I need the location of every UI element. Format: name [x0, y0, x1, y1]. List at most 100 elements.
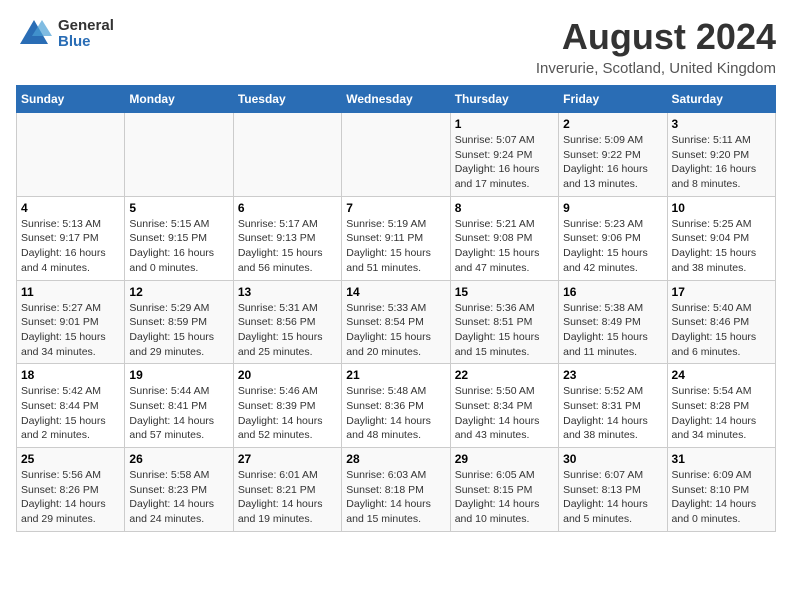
week-row-2: 4 Sunrise: 5:13 AM Sunset: 9:17 PM Daylig…: [17, 196, 776, 280]
cell-w1-d2: [125, 113, 233, 197]
day-info-24: Sunrise: 5:54 AM Sunset: 8:28 PM Dayligh…: [672, 384, 771, 443]
cell-w5-d4: 28Sunrise: 6:03 AM Sunset: 8:18 PM Dayli…: [342, 448, 450, 532]
week-row-5: 25 Sunrise: 5:56 AM Sunset: 8:26 PM Dayli…: [17, 448, 776, 532]
logo-general-text: General: [58, 18, 114, 35]
calendar-header: SundayMondayTuesdayWednesdayThursdayFrid…: [17, 86, 776, 113]
day-info-18: Sunrise: 5:42 AM Sunset: 8:44 PM Dayligh…: [21, 384, 120, 443]
day-info-16: Sunrise: 5:38 AM Sunset: 8:49 PM Dayligh…: [563, 301, 662, 360]
day-info-27: Sunrise: 6:01 AM Sunset: 8:21 PM Dayligh…: [238, 468, 337, 527]
header-wednesday: Wednesday: [342, 86, 450, 113]
day-number-22: 22: [455, 368, 554, 382]
week-row-4: 18 Sunrise: 5:42 AM Sunset: 8:44 PM Dayli…: [17, 364, 776, 448]
cell-w3-d2: 12Sunrise: 5:29 AM Sunset: 8:59 PM Dayli…: [125, 280, 233, 364]
calendar-table: SundayMondayTuesdayWednesdayThursdayFrid…: [16, 85, 776, 532]
day-number-17: 17: [672, 285, 771, 299]
day-number-16: 16: [563, 285, 662, 299]
cell-w3-d3: 13 Sunrise: 5:31 AM Sunset: 8:56 PM Dayli…: [233, 280, 341, 364]
title-area: August 2024 Inverurie, Scotland, United …: [536, 16, 776, 77]
day-info-30: Sunrise: 6:07 AM Sunset: 8:13 PM Dayligh…: [563, 468, 662, 527]
cell-w1-d1: [17, 113, 125, 197]
cell-w4-d5: 22 Sunrise: 5:50 AM Sunset: 8:34 PM Dayli…: [450, 364, 558, 448]
cell-w3-d4: 14 Sunrise: 5:33 AM Sunset: 8:54 PM Dayli…: [342, 280, 450, 364]
cell-w5-d6: 30 Sunrise: 6:07 AM Sunset: 8:13 PM Dayli…: [559, 448, 667, 532]
day-number-9: 9: [563, 201, 662, 215]
day-number-30: 30: [563, 452, 662, 466]
cell-w3-d1: 11Sunrise: 5:27 AM Sunset: 9:01 PM Dayli…: [17, 280, 125, 364]
day-number-21: 21: [346, 368, 445, 382]
day-info-31: Sunrise: 6:09 AM Sunset: 8:10 PM Dayligh…: [672, 468, 771, 527]
cell-w1-d7: 3Sunrise: 5:11 AM Sunset: 9:20 PM Daylig…: [667, 113, 775, 197]
cell-w3-d5: 15 Sunrise: 5:36 AM Sunset: 8:51 PM Dayli…: [450, 280, 558, 364]
cell-w5-d1: 25 Sunrise: 5:56 AM Sunset: 8:26 PM Dayli…: [17, 448, 125, 532]
day-info-15: Sunrise: 5:36 AM Sunset: 8:51 PM Dayligh…: [455, 301, 554, 360]
cell-w5-d7: 31 Sunrise: 6:09 AM Sunset: 8:10 PM Dayli…: [667, 448, 775, 532]
cell-w1-d3: [233, 113, 341, 197]
day-number-29: 29: [455, 452, 554, 466]
logo: General Blue: [16, 16, 114, 52]
day-info-25: Sunrise: 5:56 AM Sunset: 8:26 PM Dayligh…: [21, 468, 120, 527]
header-row: SundayMondayTuesdayWednesdayThursdayFrid…: [17, 86, 776, 113]
day-number-15: 15: [455, 285, 554, 299]
day-info-21: Sunrise: 5:48 AM Sunset: 8:36 PM Dayligh…: [346, 384, 445, 443]
day-info-23: Sunrise: 5:52 AM Sunset: 8:31 PM Dayligh…: [563, 384, 662, 443]
day-number-19: 19: [129, 368, 228, 382]
header-friday: Friday: [559, 86, 667, 113]
week-row-3: 11Sunrise: 5:27 AM Sunset: 9:01 PM Dayli…: [17, 280, 776, 364]
cell-w4-d6: 23 Sunrise: 5:52 AM Sunset: 8:31 PM Dayli…: [559, 364, 667, 448]
header-saturday: Saturday: [667, 86, 775, 113]
logo-blue-text: Blue: [58, 34, 114, 51]
cell-w4-d7: 24 Sunrise: 5:54 AM Sunset: 8:28 PM Dayli…: [667, 364, 775, 448]
day-number-6: 6: [238, 201, 337, 215]
subtitle: Inverurie, Scotland, United Kingdom: [536, 60, 776, 77]
day-number-5: 5: [129, 201, 228, 215]
day-number-14: 14: [346, 285, 445, 299]
day-number-7: 7: [346, 201, 445, 215]
header-tuesday: Tuesday: [233, 86, 341, 113]
day-number-25: 25: [21, 452, 120, 466]
header-monday: Monday: [125, 86, 233, 113]
day-number-10: 10: [672, 201, 771, 215]
cell-w2-d3: 6 Sunrise: 5:17 AM Sunset: 9:13 PM Daylig…: [233, 196, 341, 280]
day-number-3: 3: [672, 117, 771, 131]
cell-w1-d4: [342, 113, 450, 197]
day-number-23: 23: [563, 368, 662, 382]
day-number-18: 18: [21, 368, 120, 382]
day-info-1: Sunrise: 5:07 AM Sunset: 9:24 PM Dayligh…: [455, 133, 554, 192]
day-info-2: Sunrise: 5:09 AM Sunset: 9:22 PM Dayligh…: [563, 133, 662, 192]
day-info-20: Sunrise: 5:46 AM Sunset: 8:39 PM Dayligh…: [238, 384, 337, 443]
cell-w3-d7: 17Sunrise: 5:40 AM Sunset: 8:46 PM Dayli…: [667, 280, 775, 364]
day-info-22: Sunrise: 5:50 AM Sunset: 8:34 PM Dayligh…: [455, 384, 554, 443]
cell-w2-d6: 9Sunrise: 5:23 AM Sunset: 9:06 PM Daylig…: [559, 196, 667, 280]
day-info-26: Sunrise: 5:58 AM Sunset: 8:23 PM Dayligh…: [129, 468, 228, 527]
day-info-29: Sunrise: 6:05 AM Sunset: 8:15 PM Dayligh…: [455, 468, 554, 527]
main-title: August 2024: [536, 16, 776, 58]
logo-icon: [16, 16, 52, 52]
day-number-20: 20: [238, 368, 337, 382]
day-info-7: Sunrise: 5:19 AM Sunset: 9:11 PM Dayligh…: [346, 217, 445, 276]
day-number-31: 31: [672, 452, 771, 466]
cell-w1-d5: 1Sunrise: 5:07 AM Sunset: 9:24 PM Daylig…: [450, 113, 558, 197]
day-info-4: Sunrise: 5:13 AM Sunset: 9:17 PM Dayligh…: [21, 217, 120, 276]
cell-w2-d1: 4 Sunrise: 5:13 AM Sunset: 9:17 PM Daylig…: [17, 196, 125, 280]
calendar-body: 1Sunrise: 5:07 AM Sunset: 9:24 PM Daylig…: [17, 113, 776, 532]
day-info-14: Sunrise: 5:33 AM Sunset: 8:54 PM Dayligh…: [346, 301, 445, 360]
day-info-6: Sunrise: 5:17 AM Sunset: 9:13 PM Dayligh…: [238, 217, 337, 276]
day-info-28: Sunrise: 6:03 AM Sunset: 8:18 PM Dayligh…: [346, 468, 445, 527]
day-info-5: Sunrise: 5:15 AM Sunset: 9:15 PM Dayligh…: [129, 217, 228, 276]
header: General Blue August 2024 Inverurie, Scot…: [16, 16, 776, 77]
cell-w3-d6: 16 Sunrise: 5:38 AM Sunset: 8:49 PM Dayli…: [559, 280, 667, 364]
day-info-13: Sunrise: 5:31 AM Sunset: 8:56 PM Dayligh…: [238, 301, 337, 360]
header-thursday: Thursday: [450, 86, 558, 113]
cell-w4-d2: 19 Sunrise: 5:44 AM Sunset: 8:41 PM Dayli…: [125, 364, 233, 448]
day-info-19: Sunrise: 5:44 AM Sunset: 8:41 PM Dayligh…: [129, 384, 228, 443]
cell-w2-d5: 8Sunrise: 5:21 AM Sunset: 9:08 PM Daylig…: [450, 196, 558, 280]
day-number-24: 24: [672, 368, 771, 382]
day-info-12: Sunrise: 5:29 AM Sunset: 8:59 PM Dayligh…: [129, 301, 228, 360]
day-number-4: 4: [21, 201, 120, 215]
day-number-11: 11: [21, 285, 120, 299]
day-number-13: 13: [238, 285, 337, 299]
cell-w2-d4: 7 Sunrise: 5:19 AM Sunset: 9:11 PM Daylig…: [342, 196, 450, 280]
cell-w1-d6: 2Sunrise: 5:09 AM Sunset: 9:22 PM Daylig…: [559, 113, 667, 197]
week-row-1: 1Sunrise: 5:07 AM Sunset: 9:24 PM Daylig…: [17, 113, 776, 197]
day-number-8: 8: [455, 201, 554, 215]
